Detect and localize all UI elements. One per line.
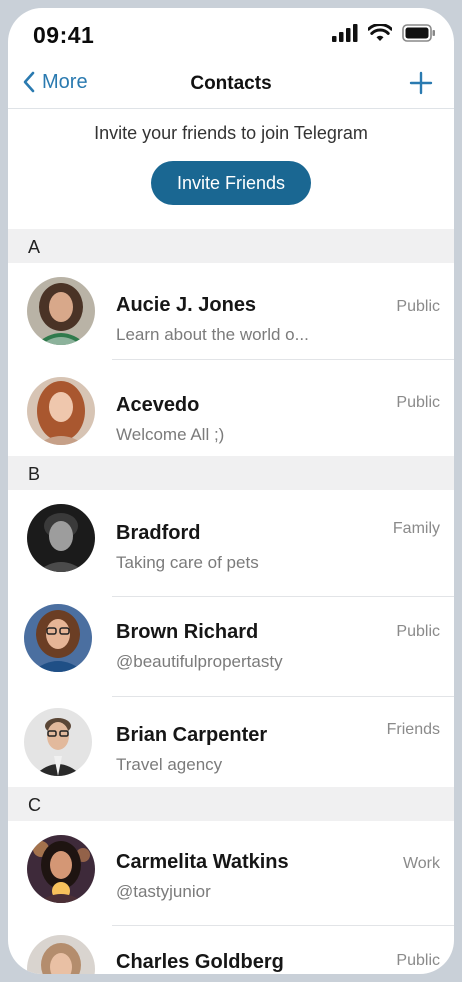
invite-section: Invite your friends to join Telegram Inv… — [8, 109, 454, 229]
contact-subtitle: Welcome All ;) — [116, 425, 225, 444]
page-title: Contacts — [190, 73, 272, 94]
status-time: 09:41 — [33, 22, 95, 48]
avatar — [24, 604, 92, 672]
contact-tag: Family — [392, 520, 440, 537]
battery-icon — [402, 24, 435, 42]
contact-row[interactable]: Acevedo Welcome All ;) Public — [8, 361, 454, 458]
contact-row[interactable]: Brian Carpenter Travel agency Friends — [8, 697, 454, 794]
section-header-b: B — [8, 456, 454, 490]
contact-name: Brian Carpenter — [116, 724, 268, 746]
contact-subtitle: Travel agency — [116, 755, 223, 774]
contact-name: Brown Richard — [116, 621, 259, 643]
avatar — [27, 504, 95, 572]
contact-name: Aucie J. Jones — [116, 294, 257, 316]
avatar — [27, 277, 95, 345]
contact-subtitle: @tastyjunior — [116, 882, 211, 901]
contact-row[interactable]: Bradford Taking care of pets Family — [8, 490, 454, 597]
contact-name: Bradford — [116, 522, 201, 544]
status-bar: 09:41 — [8, 8, 454, 58]
phone-screen: 09:41 More Contacts Invite your friends … — [8, 8, 454, 974]
avatar — [27, 935, 95, 974]
section-header-a: A — [8, 229, 454, 263]
invite-friends-button[interactable]: Invite Friends — [151, 161, 311, 205]
contact-row[interactable]: Charles Goldberg Public — [8, 926, 454, 974]
contact-name: Charles Goldberg — [116, 951, 284, 973]
contact-subtitle: @beautifulpropertasty — [116, 652, 283, 671]
contact-tag: Public — [396, 623, 440, 640]
contact-tag: Public — [396, 298, 440, 315]
invite-text: Invite your friends to join Telegram — [94, 123, 368, 143]
avatar — [27, 377, 95, 445]
divider — [112, 359, 454, 360]
contact-tag: Public — [396, 952, 440, 969]
contact-subtitle: Taking care of pets — [116, 553, 259, 572]
navigation-bar: More Contacts — [8, 60, 454, 109]
status-icons — [332, 24, 436, 42]
plus-icon — [409, 71, 433, 95]
contact-name: Acevedo — [116, 394, 200, 416]
avatar — [27, 835, 95, 903]
contact-name: Carmelita Watkins — [116, 851, 289, 873]
add-contact-button[interactable] — [406, 68, 436, 98]
contact-row[interactable]: Carmelita Watkins @tastyjunior Work — [8, 821, 454, 926]
contact-tag: Public — [396, 394, 440, 411]
section-letter: A — [28, 237, 41, 257]
contact-row[interactable]: Aucie J. Jones Learn about the world o..… — [8, 263, 454, 360]
contact-tag: Work — [402, 855, 440, 872]
contact-row[interactable]: Brown Richard @beautifulpropertasty Publ… — [8, 597, 454, 697]
avatar — [24, 708, 92, 776]
section-letter: B — [28, 464, 41, 484]
wifi-icon — [368, 24, 392, 41]
section-header-c: C — [8, 787, 454, 821]
section-letter: C — [28, 795, 41, 815]
contact-subtitle: Learn about the world o... — [116, 325, 309, 344]
signal-icon — [332, 24, 358, 42]
contact-tag: Friends — [386, 721, 440, 738]
